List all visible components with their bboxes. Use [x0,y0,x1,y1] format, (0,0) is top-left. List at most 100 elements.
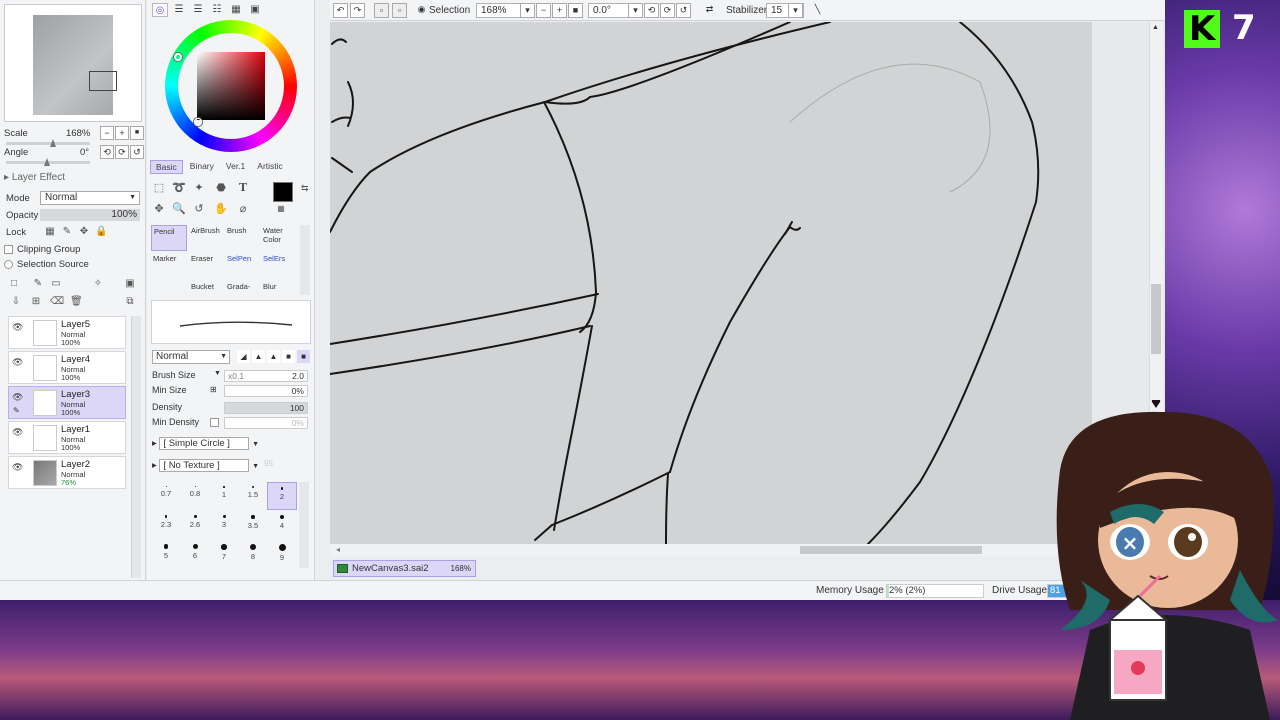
merge-down-icon[interactable]: ⊞ [30,296,42,308]
rgb-slider-icon[interactable]: ☰ [171,3,187,17]
selection-label[interactable]: Selection [429,3,470,18]
brush-size-preset[interactable]: 1.5 [238,482,268,510]
visibility-eye-icon[interactable]: 👁 [12,322,26,332]
brush-marker[interactable]: Marker [151,253,187,279]
brush-gradation[interactable]: Grada- [225,281,261,295]
layer-item[interactable]: 👁 Layer2 Normal 76% [8,456,126,489]
rotate-icon[interactable]: ↺ [191,201,207,217]
brush-selers[interactable]: SelErs [261,253,297,279]
layer-options-icon[interactable]: ⧉ [124,296,136,308]
brush-size-preset[interactable]: 9 [267,540,297,568]
line-tool-icon[interactable]: ╲ [810,3,825,18]
size-presets-scrollbar[interactable] [299,482,309,568]
edge-medium-icon[interactable]: ▲ [252,350,265,363]
clipping-group-checkbox[interactable] [4,244,13,254]
brush-texture-row[interactable]: ▸ [ No Texture ] ▼ 95 [152,459,273,473]
navigator-viewport-rect[interactable] [89,71,117,91]
brush-size-preset[interactable]: 2.3 [151,511,181,539]
brush-size-preset[interactable]: 6 [180,540,210,568]
magic-wand-icon[interactable]: ✦ [191,180,207,196]
zoom-out-icon[interactable]: − [536,3,551,18]
saturation-value-square[interactable] [197,52,265,120]
vertical-scroll-thumb[interactable] [1151,284,1161,354]
brush-pencil[interactable]: Pencil [151,225,187,251]
min-size-field[interactable]: 0% [224,385,308,397]
new-layer-icon[interactable]: □ [8,278,20,290]
min-size-row[interactable]: Min Size ⊞ 0% [152,385,310,398]
min-density-row[interactable]: Min Density 0% [152,417,310,430]
rotate-reset-icon[interactable]: ↺ [676,3,691,18]
layer-item[interactable]: 👁 Layer1 Normal 100% [8,421,126,454]
clipping-group-row[interactable]: Clipping Group [4,242,142,256]
zoom-reset-icon[interactable]: ■ [568,3,583,18]
brush-size-field[interactable]: x0.1 2.0 [224,370,308,382]
delete-layer-icon[interactable]: 🗑 [70,296,83,308]
swap-colors-icon[interactable]: ⇆ [301,183,309,194]
brush-size-row[interactable]: Brush Size ▼ x0.1 2.0 [152,370,310,383]
brush-size-preset[interactable]: 0.8 [180,482,210,510]
layer-list-scrollbar[interactable] [131,316,141,578]
brush-size-preset[interactable]: 3 [209,511,239,539]
brush-eraser[interactable]: Eraser [189,253,225,279]
edge-full-icon[interactable]: ■ [297,350,310,363]
brush-selpen[interactable]: SelPen [225,253,261,279]
eye-icon[interactable]: ◉ [414,3,429,18]
layer-item[interactable]: 👁 Layer4 Normal 100% [8,351,126,384]
layer-mask-icon[interactable]: ▣ [124,278,136,290]
pressure-icon[interactable]: ⊞ [210,385,217,394]
lock-all-icon[interactable]: 🔒 [95,226,107,238]
chevron-down-icon[interactable]: ▾ [520,3,535,18]
tab-basic[interactable]: Basic [150,160,183,174]
scroll-up-icon[interactable]: ▲ [1152,24,1159,31]
edge-sharp-icon[interactable]: ■ [282,350,295,363]
new-folder-icon[interactable]: ▭ [50,278,62,290]
rotate-left-button[interactable]: ⟲ [100,145,114,159]
shape-icon[interactable]: ⬣ [213,180,229,196]
chevron-down-icon[interactable]: ▾ [628,3,643,18]
edge-soft-icon[interactable]: ◢ [237,350,250,363]
brush-size-preset[interactable]: 2.6 [180,511,210,539]
brush-size-preset[interactable]: 2 [267,482,297,510]
visibility-eye-icon[interactable]: 👁 [12,462,26,472]
brush-bucket[interactable]: Bucket [189,281,225,295]
flip-horizontal-icon[interactable]: ⇄ [702,3,717,18]
brush-size-preset[interactable]: 7 [209,540,239,568]
rotate-cw-icon[interactable]: ⟳ [660,3,675,18]
move-icon[interactable]: ✥ [151,201,167,217]
text-tool-icon[interactable]: T [235,180,251,196]
lock-transparency-icon[interactable]: ▦ [44,226,56,238]
brush-grid-scrollbar[interactable] [300,225,310,295]
color-wheel[interactable] [165,20,297,152]
blend-mode-select[interactable]: Normal ▼ [40,191,140,205]
lasso-icon[interactable]: ➰ [171,180,187,196]
color-wheel-icon[interactable]: ◎ [152,3,168,17]
new-linework-layer-icon[interactable]: ✎ [32,278,44,290]
density-field[interactable]: 100 [224,402,308,414]
visibility-eye-icon[interactable]: 👁 [12,392,26,402]
brush-watercolor[interactable]: Water Color [261,225,297,251]
brush-brush[interactable]: Brush [225,225,261,251]
clear-layer-icon[interactable]: ⌫ [50,296,64,308]
rotate-right-button[interactable]: ⟳ [115,145,129,159]
visibility-eye-icon[interactable]: 👁 [12,357,26,367]
document-tab[interactable]: NewCanvas3.sai2 168% [333,560,476,577]
rotate-ccw-icon[interactable]: ⟲ [644,3,659,18]
brush-size-preset[interactable]: 8 [238,540,268,568]
chevron-down-icon[interactable]: ▼ [214,370,221,377]
layer-item[interactable]: 👁 Layer5 Normal 100% [8,316,126,349]
density-row[interactable]: Density 100 [152,402,310,415]
hsv-slider-icon[interactable]: ☰ [190,3,206,17]
zoom-icon[interactable]: 🔍 [171,201,187,217]
swatches-icon[interactable]: ☷ [209,3,225,17]
hue-knob[interactable] [174,53,182,61]
lock-move-icon[interactable]: ✥ [78,226,90,238]
undo-icon[interactable]: ↶ [333,3,348,18]
scroll-left-icon[interactable]: ◂ [336,545,340,554]
brush-empty-slot[interactable] [151,281,187,295]
sv-knob[interactable] [194,118,202,126]
redo-icon[interactable]: ↷ [350,3,365,18]
angle-slider[interactable] [6,158,90,166]
rect-select-icon[interactable]: ⬚ [151,180,167,196]
eyedropper-icon[interactable]: ⌀ [235,201,251,217]
brush-size-preset[interactable]: 0.7 [151,482,181,510]
